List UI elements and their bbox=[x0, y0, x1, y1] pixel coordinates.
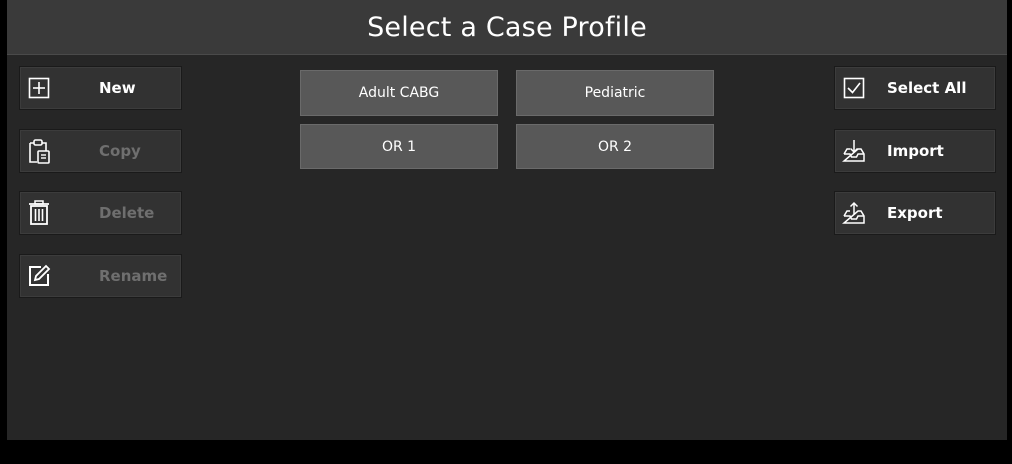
import-button[interactable]: Import bbox=[834, 129, 996, 173]
rename-button[interactable]: Rename bbox=[19, 254, 182, 298]
profile-pediatric[interactable]: Pediatric bbox=[516, 70, 714, 116]
page-title: Select a Case Profile bbox=[367, 11, 647, 43]
profile-adult-cabg[interactable]: Adult CABG bbox=[300, 70, 498, 116]
import-tray-icon bbox=[841, 138, 867, 164]
profile-or-2[interactable]: OR 2 bbox=[516, 124, 714, 169]
delete-button[interactable]: Delete bbox=[19, 191, 182, 235]
title-bar: Select a Case Profile bbox=[7, 0, 1007, 55]
delete-button-label: Delete bbox=[99, 204, 155, 222]
select-all-button-label: Select All bbox=[887, 79, 967, 97]
copy-button-label: Copy bbox=[99, 142, 141, 160]
export-button[interactable]: Export bbox=[834, 191, 996, 235]
import-button-label: Import bbox=[887, 142, 944, 160]
edit-pencil-icon bbox=[26, 263, 52, 289]
export-button-label: Export bbox=[887, 204, 943, 222]
new-button[interactable]: New bbox=[19, 66, 182, 110]
clipboard-copy-icon bbox=[26, 138, 52, 164]
trash-icon bbox=[26, 200, 52, 226]
export-tray-icon bbox=[841, 200, 867, 226]
rename-button-label: Rename bbox=[99, 267, 168, 285]
new-button-label: New bbox=[99, 79, 136, 97]
select-all-button[interactable]: Select All bbox=[834, 66, 996, 110]
checkbox-icon bbox=[841, 75, 867, 101]
screen: Select a Case Profile New Copy Delete Re… bbox=[0, 0, 1012, 464]
copy-button[interactable]: Copy bbox=[19, 129, 182, 173]
case-profile-panel: Select a Case Profile New Copy Delete Re… bbox=[7, 0, 1007, 440]
profile-or-1[interactable]: OR 1 bbox=[300, 124, 498, 169]
plus-box-icon bbox=[26, 75, 52, 101]
